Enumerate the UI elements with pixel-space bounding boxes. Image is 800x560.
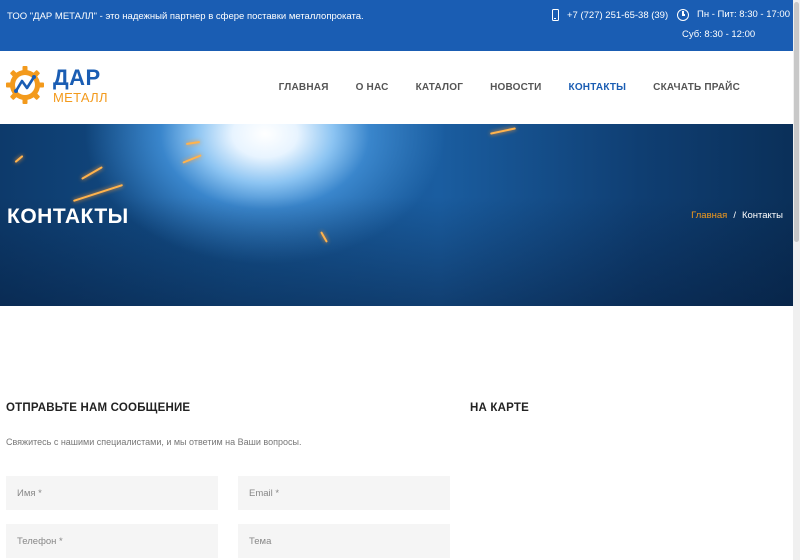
welding-spark [72,184,124,202]
nav-item-contacts[interactable]: КОНТАКТЫ [569,82,627,93]
contact-form-description: Свяжитесь с нашими специалистами, и мы о… [6,437,302,447]
scrollbar-thumb[interactable] [794,2,799,242]
phone-contact[interactable]: +7 (727) 251-65-38 (39) [552,9,668,21]
nav-item-catalog[interactable]: КАТАЛОГ [416,82,464,93]
logo-name-bottom: МЕТАЛЛ [53,89,108,105]
welding-spark [490,127,516,135]
welding-spark [81,166,103,180]
phone-number[interactable]: +7 (727) 251-65-38 (39) [567,10,668,21]
nav-item-download-price[interactable]: СКАЧАТЬ ПРАЙС [653,82,740,93]
site-header: ДАР МЕТАЛЛ ГЛАВНАЯ О НАС КАТАЛОГ НОВОСТИ… [0,51,800,124]
site-logo[interactable]: ДАР МЕТАЛЛ [5,65,108,105]
clock-icon [677,9,689,21]
welding-spark [182,154,202,164]
name-field[interactable] [6,476,218,510]
nav-item-about[interactable]: О НАС [356,82,389,93]
breadcrumb: Главная / Контакты [691,210,783,221]
map-section-title: НА КАРТЕ [470,402,529,414]
contact-form-title: ОТПРАВЬТЕ НАМ СООБЩЕНИЕ [6,402,191,414]
nav-item-home[interactable]: ГЛАВНАЯ [279,82,329,93]
breadcrumb-current: Контакты [741,210,783,221]
main-nav: ГЛАВНАЯ О НАС КАТАЛОГ НОВОСТИ КОНТАКТЫ С… [279,82,740,93]
breadcrumb-home-link[interactable]: Главная [691,210,727,221]
breadcrumb-separator: / [733,210,736,221]
page-title: КОНТАКТЫ [7,205,129,228]
email-field[interactable] [238,476,450,510]
welding-spark [185,141,201,145]
nav-item-news[interactable]: НОВОСТИ [490,82,541,93]
top-bar: ТОО "ДАР МЕТАЛЛ" - это надежный партнер … [0,0,800,51]
welding-spark [320,231,328,243]
page-scrollbar[interactable] [793,0,800,560]
working-hours: Пн - Пит: 8:30 - 17:00 Суб: 8:30 - 12:00 [677,9,790,41]
company-tagline: ТОО "ДАР МЕТАЛЛ" - это надежный партнер … [7,11,364,22]
hours-weekdays: Пн - Пит: 8:30 - 17:00 [697,9,790,20]
logo-name-top: ДАР [53,64,101,90]
hours-saturday: Суб: 8:30 - 12:00 [682,29,756,40]
welding-spark [14,155,24,163]
gear-logo-icon [6,66,44,104]
topic-field[interactable] [238,524,450,558]
phone-field[interactable] [6,524,218,558]
page-hero-banner: КОНТАКТЫ Главная / Контакты [0,124,800,306]
phone-icon [552,9,559,21]
